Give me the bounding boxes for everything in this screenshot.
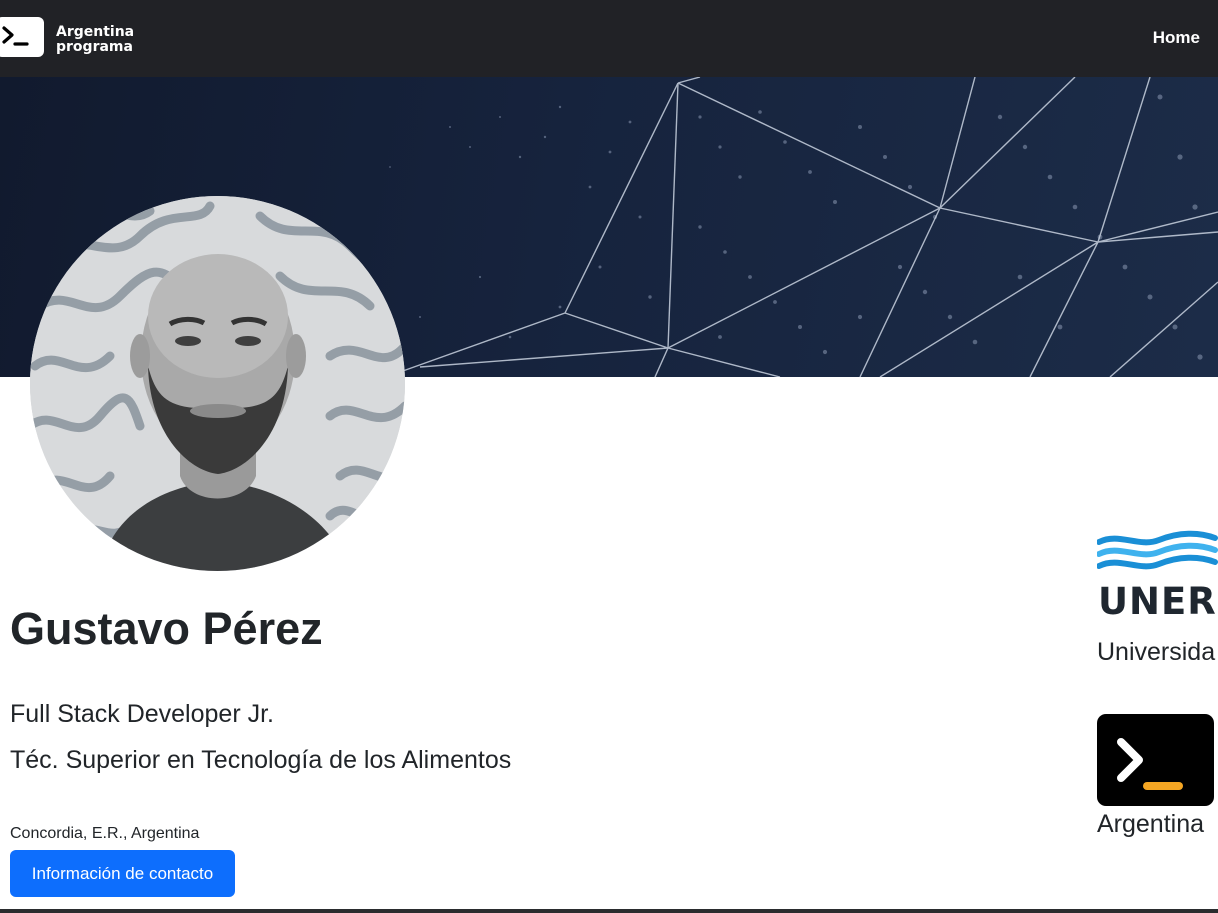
footer-strip bbox=[0, 909, 1218, 913]
profile-avatar bbox=[30, 196, 405, 571]
brand-line-2: programa bbox=[56, 39, 133, 55]
profile-title: Full Stack Developer Jr. bbox=[10, 700, 274, 728]
top-navbar: Argentina programa Home bbox=[0, 0, 1218, 77]
uner-logo[interactable]: UNER bbox=[1096, 530, 1218, 623]
profile-location: Concordia, E.R., Argentina bbox=[10, 825, 200, 842]
wave-icon bbox=[1096, 530, 1218, 570]
education-label-argentina-programa: Argentina bbox=[1097, 810, 1205, 838]
nav-home-link[interactable]: Home bbox=[1153, 28, 1200, 48]
terminal-logo-icon[interactable] bbox=[0, 17, 44, 57]
brand-line-1: Argentina bbox=[56, 24, 135, 40]
brand-name[interactable]: Argentina programa bbox=[56, 25, 134, 55]
education-label-uner: Universida bbox=[1097, 638, 1216, 666]
profile-name: Gustavo Pérez bbox=[10, 603, 323, 654]
argentina-programa-icon[interactable] bbox=[1097, 714, 1214, 806]
uner-logo-text: UNER bbox=[1098, 580, 1217, 623]
profile-degree: Téc. Superior en Tecnología de los Alime… bbox=[10, 746, 512, 774]
contact-info-button[interactable]: Información de contacto bbox=[10, 850, 235, 897]
